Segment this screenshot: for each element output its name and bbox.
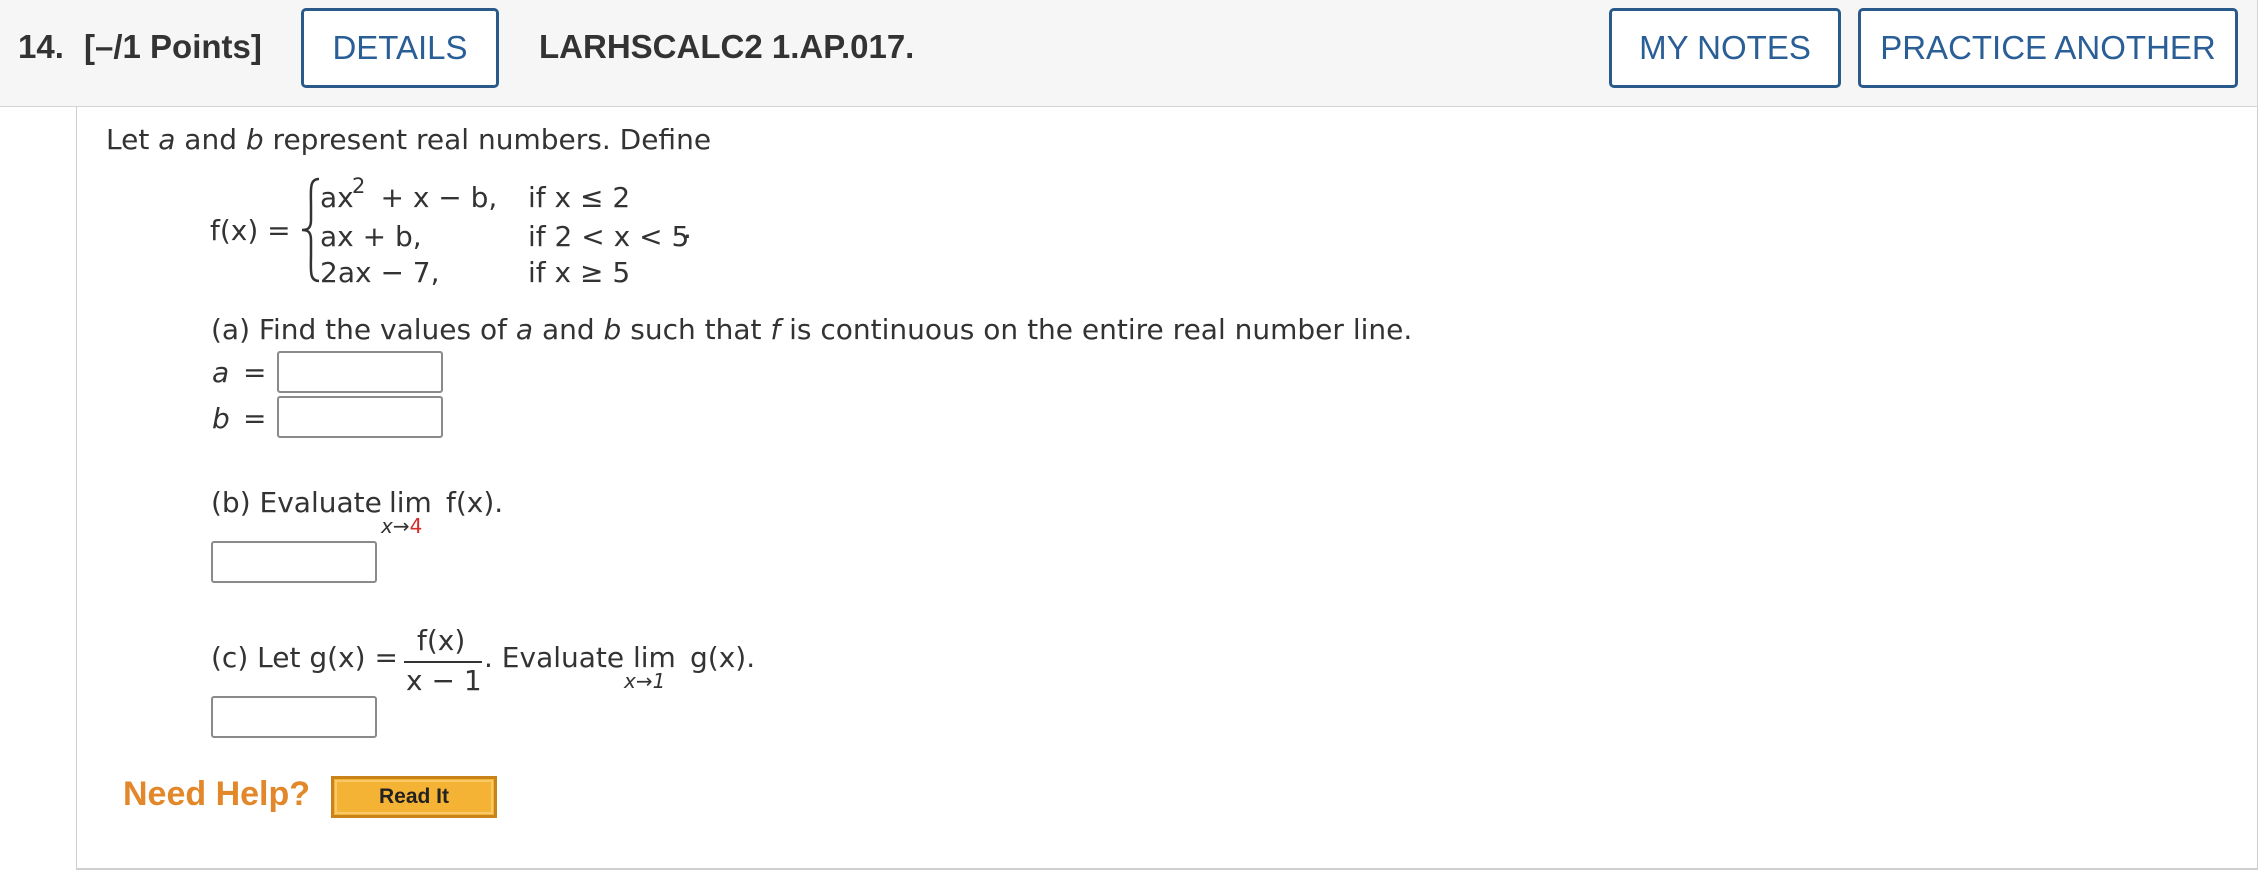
piece2-dot: · [683, 220, 692, 253]
read-it-button[interactable]: Read It [331, 776, 497, 818]
part-b-lim-subscript: x→4 [381, 514, 422, 538]
question-number: 14. [18, 28, 64, 65]
part-a-text: (a) Find the values of [211, 313, 516, 346]
b-equals: = [243, 402, 267, 435]
piece1-exponent: 2 [352, 174, 366, 198]
question-header: 14. [–/1 Points] DETAILS LARHSCALC2 1.AP… [0, 0, 2258, 107]
part-c-numerator: f(x) [417, 624, 466, 657]
part-c-lim-subscript: x→1 [624, 669, 666, 693]
piece2-condition: if 2 < x < 5 [528, 220, 690, 253]
part-b-answer-input[interactable] [211, 541, 377, 583]
intro-part: represent real numbers. Define [263, 123, 712, 156]
part-a-text: and [533, 313, 604, 346]
details-button[interactable]: DETAILS [301, 8, 499, 88]
my-notes-button[interactable]: MY NOTES [1609, 8, 1841, 88]
a-answer-input[interactable] [277, 351, 443, 393]
practice-another-button[interactable]: PRACTICE ANOTHER [1858, 8, 2238, 88]
var-a: a [158, 123, 176, 156]
part-a-text: is continuous on the entire real number … [780, 313, 1413, 346]
part-b-fx: f(x). [446, 486, 504, 519]
question-points: [–/1 Points] [84, 28, 262, 65]
intro-text: Let a and b represent real numbers. Defi… [106, 123, 711, 156]
part-b-sub-x: x→ [381, 514, 410, 538]
piece3-condition: if x ≥ 5 [528, 256, 631, 289]
var-f: f [770, 313, 781, 346]
fraction-bar [404, 661, 482, 663]
intro-part: and [175, 123, 246, 156]
b-label: b [212, 402, 230, 435]
a-label: a [212, 356, 230, 389]
piece1-expr-rest: + x − b, [380, 181, 498, 214]
part-c-prompt: (c) Let g(x) = [211, 641, 398, 674]
part-a-prompt: (a) Find the values of a and b such that… [211, 313, 1412, 346]
function-lhs: f(x) = [210, 214, 291, 247]
b-answer-input[interactable] [277, 396, 443, 438]
part-c-denominator: x − 1 [406, 664, 482, 697]
part-b-prompt: (b) Evaluate [211, 486, 382, 519]
var-b: b [603, 313, 622, 346]
a-equals: = [243, 356, 267, 389]
part-a-text: such that [621, 313, 771, 346]
piece1-condition: if x ≤ 2 [528, 181, 631, 214]
piece1-expr: ax2 + x − b, [320, 181, 497, 214]
part-c-evaluate: . Evaluate [484, 641, 625, 674]
intro-part: Let [106, 123, 159, 156]
piece1-expr-text: ax [320, 181, 354, 214]
part-c-answer-input[interactable] [211, 696, 377, 738]
question-code: LARHSCALC2 1.AP.017. [539, 28, 915, 65]
var-b: b [245, 123, 264, 156]
brace-icon [301, 177, 320, 283]
piece2-expr: ax + b, [320, 220, 422, 253]
piece3-expr: 2ax − 7, [320, 256, 440, 289]
var-a: a [515, 313, 534, 346]
part-b-sub-value: 4 [409, 514, 423, 538]
part-c-gx: g(x). [690, 641, 756, 674]
need-help-label: Need Help? [123, 775, 311, 813]
